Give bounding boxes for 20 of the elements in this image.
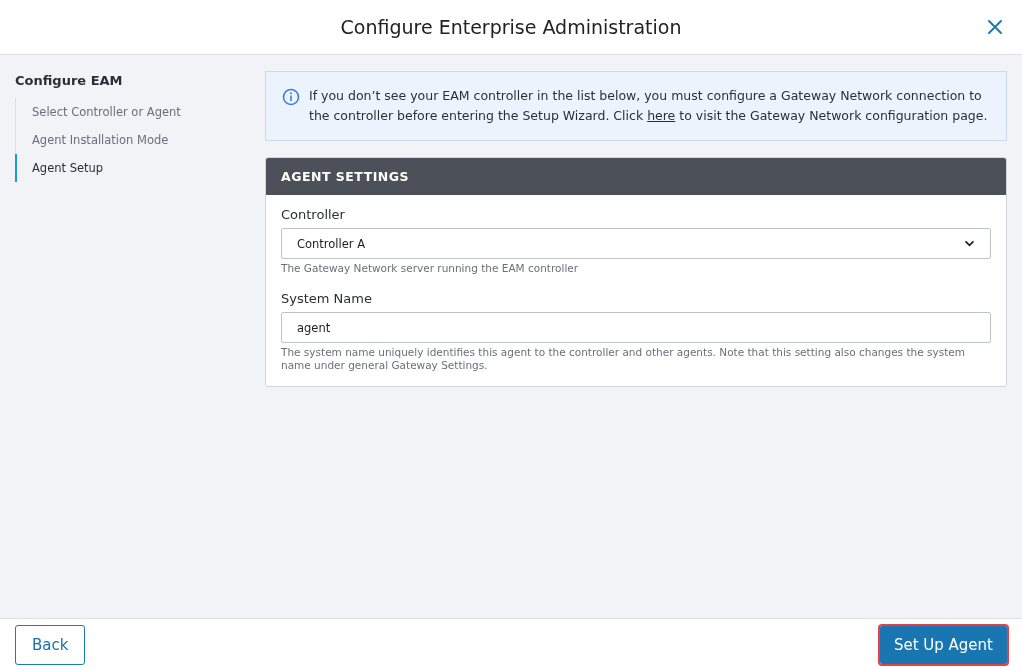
close-icon[interactable] <box>987 19 1003 35</box>
field-label: Controller <box>281 207 346 222</box>
dropdown-value: Controller A <box>297 236 366 251</box>
wizard-step[interactable]: Agent Setup <box>15 154 250 182</box>
back-button[interactable]: Back <box>15 624 86 665</box>
panel-title: AGENT SETTINGS <box>281 169 410 184</box>
field-label: System Name <box>281 291 373 306</box>
sidebar-title: Configure EAM <box>15 73 124 88</box>
dialog-title: Configure Enterprise Administration <box>340 16 682 38</box>
controller-dropdown[interactable]: Controller A <box>281 228 991 259</box>
info-message: If you don’t see your EAM controller in the list below, you must configure a Gateway Network connection to the controller before entering the Setup Wizard. Click here to visit the Gateway Network configuration page. <box>309 87 989 125</box>
system-name-input[interactable]: agent <box>281 312 991 343</box>
here-link[interactable]: here <box>647 108 676 123</box>
info-icon <box>282 88 300 106</box>
chevron-down-icon <box>964 240 975 247</box>
field-help-text: The system name uniquely identifies this agent to the controller and other agents. Note that this setting also changes the system name under general Gateway Settings. <box>281 346 966 372</box>
wizard-step[interactable]: Agent Installation Mode <box>15 126 250 154</box>
set-up-agent-button[interactable]: Set Up Agent <box>879 625 1007 664</box>
field-help-text: The Gateway Network server running the EAM controller <box>281 262 580 275</box>
wizard-step[interactable]: Select Controller or Agent <box>15 98 250 126</box>
